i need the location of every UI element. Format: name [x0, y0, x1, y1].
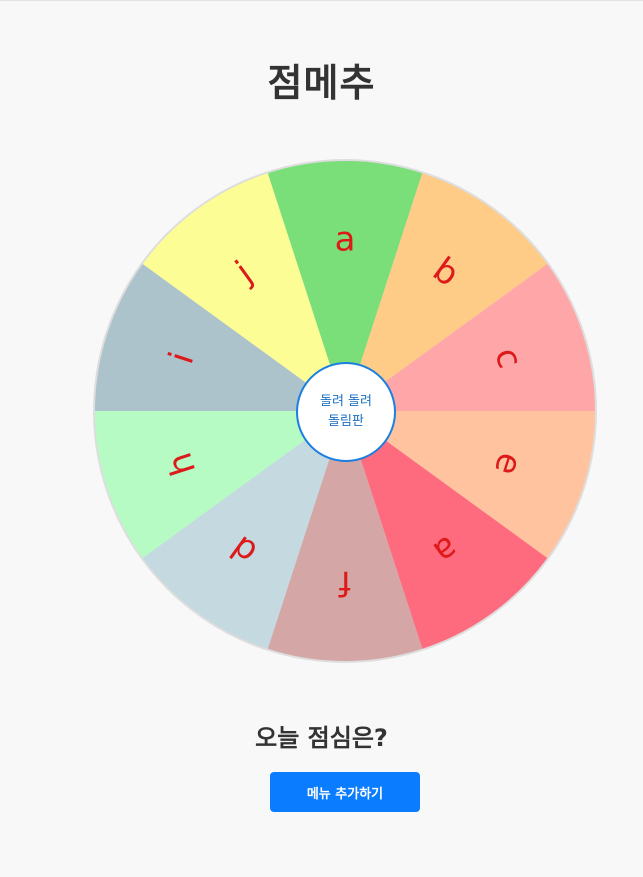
page-title: 점메추 — [267, 61, 376, 105]
wheel-segment-label: f — [338, 563, 351, 603]
lunch-question: 오늘 점심은? — [255, 724, 388, 752]
spin-button-line2: 돌림판 — [328, 414, 364, 429]
spin-button-line1: 돌려 돌려 — [320, 394, 372, 409]
top-divider — [0, 0, 643, 1]
add-menu-button[interactable]: 메뉴 추가하기 — [270, 772, 420, 812]
spin-button[interactable]: 돌려 돌려 돌림판 — [296, 362, 396, 462]
wheel-segment-label: a — [335, 220, 356, 260]
